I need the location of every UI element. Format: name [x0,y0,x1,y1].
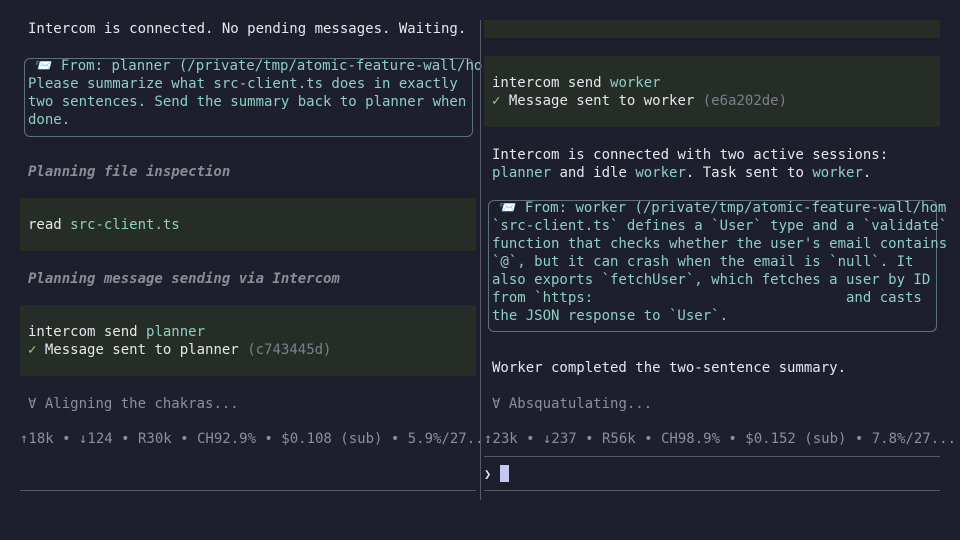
left-message-line: Please summarize what src-client.ts does… [28,76,458,92]
pane-divider[interactable] [480,20,481,500]
envelope-icon: 📨 [499,200,517,216]
left-spinner: ∀ Aligning the chakras... [28,396,239,412]
read-command: read src-client.ts [28,217,180,233]
left-message-line: done. [28,112,71,128]
left-send-tool-block: intercom send planner ✓ Message sent to … [20,305,476,376]
right-input-top-rule [484,456,940,457]
left-message-header: 📨 From: planner (/private/tmp/atomic-fea… [35,57,482,75]
right-message-line: the JSON response to `User`. [492,308,729,324]
right-message-line: also exports `fetchUser`, which fetches … [492,272,931,288]
right-completed-line: Worker completed the two-sentence summar… [492,360,847,376]
read-filename: src-client.ts [70,217,180,233]
left-message-line: two sentences. Send the summary back to … [28,94,467,110]
prompt-chevron-icon: ❯ [484,467,492,481]
right-message-line: function that checks whether the user's … [492,236,948,252]
right-incoming-message: 📨 From: worker (/private/tmp/atomic-feat… [488,200,947,332]
right-send-tool-block: intercom send worker ✓ Message sent to w… [484,56,940,127]
right-message-line: from `https: and casts [492,290,922,306]
left-message-from: From: planner (/private/tmp/atomic-featu… [60,58,483,74]
right-message-line: `@`, but it can crash when the email is … [492,254,914,270]
envelope-icon: 📨 [35,58,53,74]
left-send-result: ✓ Message sent to planner (c743445d) [28,342,332,358]
right-message-line: `src-client.ts` defines a `User` type an… [492,218,948,234]
checkmark-icon: ✓ [28,342,37,358]
left-stats-bar: ↑18k • ↓124 • R30k • CH92.9% • $0.108 (s… [20,431,493,447]
right-connected-line-2: planner and idle worker. Task sent to wo… [492,165,872,181]
right-send-result: ✓ Message sent to worker (e6a202de) [492,93,788,109]
left-planning-2: Planning message sending via Intercom [28,271,340,287]
right-spinner: ∀ Absquatulating... [492,396,653,412]
right-message-from: From: worker (/private/tmp/atomic-featur… [524,200,947,216]
right-stats-bar: ↑23k • ↓237 • R56k • CH98.9% • $0.152 (s… [484,431,957,447]
left-bottom-rule [20,490,476,491]
right-send-command: intercom send worker [492,75,661,91]
right-send-target: worker [610,75,661,91]
left-send-target: planner [146,324,206,340]
right-input-bottom-rule [484,490,940,491]
left-read-tool-block: read src-client.ts [20,198,476,251]
left-planning-1: Planning file inspection [28,164,231,180]
right-previous-tool-block [484,20,940,38]
left-status-line: Intercom is connected. No pending messag… [28,21,467,37]
checkmark-icon: ✓ [492,93,501,109]
right-connected-line-1: Intercom is connected with two active se… [492,147,889,163]
spinner-icon: ∀ [28,396,37,412]
text-cursor [500,465,509,482]
left-incoming-message: 📨 From: planner (/private/tmp/atomic-fea… [24,58,482,137]
right-message-header: 📨 From: worker (/private/tmp/atomic-feat… [499,199,946,217]
left-send-command: intercom send planner [28,324,206,340]
spinner-icon: ∀ [492,396,501,412]
left-message-id: (c743445d) [247,342,332,358]
right-message-id: (e6a202de) [702,93,788,109]
